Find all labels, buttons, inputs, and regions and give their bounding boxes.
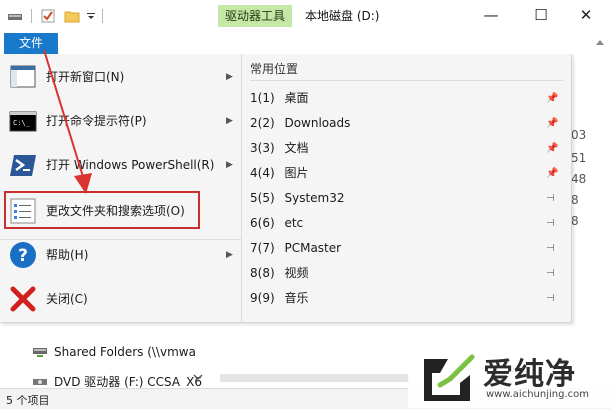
recent-item[interactable]: 7(7) PCMaster ⊣ <box>250 236 566 261</box>
menu-item-label: 打开命令提示符(P) <box>46 114 147 128</box>
menu-item-label: 打开新窗口(N) <box>46 70 125 84</box>
command-prompt-icon: C:\_ <box>9 111 37 132</box>
recent-item-number: 3(3) <box>250 141 275 155</box>
submenu-arrow-icon: ▶ <box>226 160 233 170</box>
recent-item[interactable]: 1(1) 桌面 📌 <box>250 86 566 111</box>
close-button[interactable]: ✕ <box>574 4 598 26</box>
recent-item-name: 桌面 <box>284 91 309 105</box>
recent-item-number: 8(8) <box>250 266 275 280</box>
file-size-value: 48 <box>571 172 587 186</box>
recent-item-name: 文档 <box>284 141 309 155</box>
unpinned-icon[interactable]: ⊣ <box>546 286 555 311</box>
file-menu-tab[interactable]: 文件 <box>4 33 58 54</box>
frequent-places-list: 常用位置 1(1) 桌面 📌 2(2) Downloads 📌 3(3) 文档 … <box>242 54 571 322</box>
unpinned-icon[interactable]: ⊣ <box>546 211 555 236</box>
customize-dropdown-icon[interactable] <box>86 8 96 24</box>
recent-item-name: 图片 <box>284 166 309 180</box>
new-folder-icon[interactable] <box>64 8 80 24</box>
watermark-url: www.aichunjing.com <box>486 389 589 400</box>
file-size-value: 8 <box>571 193 579 207</box>
properties-icon[interactable] <box>40 8 56 24</box>
nav-item-label: Shared Folders (\\vmwa <box>54 345 196 359</box>
recent-item-name: PCMaster <box>284 241 342 255</box>
recent-item[interactable]: 9(9) 音乐 ⊣ <box>250 286 566 311</box>
submenu-arrow-icon: ▶ <box>226 116 233 126</box>
drive-tools-tab[interactable]: 驱动器工具 <box>218 5 292 27</box>
item-count: 5 个项目 <box>6 394 50 407</box>
pinned-icon[interactable]: 📌 <box>546 86 558 111</box>
unpinned-icon[interactable]: ⊣ <box>546 186 555 211</box>
submenu-arrow-icon: ▶ <box>226 72 233 82</box>
menu-item-open-powershell[interactable]: 打开 Windows PowerShell(R) ▶ <box>0 142 241 188</box>
help-icon: ? <box>10 242 36 268</box>
recent-item-number: 6(6) <box>250 216 275 230</box>
unpinned-icon[interactable]: ⊣ <box>546 261 555 286</box>
title-bar: 驱动器工具 本地磁盘 (D:) — ☐ ✕ <box>0 0 611 32</box>
menu-item-label: 打开 Windows PowerShell(R) <box>46 158 215 172</box>
file-menu-commands: 打开新窗口(N) ▶ C:\_ 打开命令提示符(P) ▶ 打开 Windows … <box>0 54 242 322</box>
watermark-text: 爱纯净 <box>483 357 576 392</box>
recent-item[interactable]: 6(6) etc ⊣ <box>250 211 566 236</box>
file-list-scrollbar[interactable] <box>593 36 607 336</box>
menu-item-label: 关闭(C) <box>46 292 88 306</box>
dvd-drive-icon <box>33 378 47 385</box>
menu-item-open-new-window[interactable]: 打开新窗口(N) ▶ <box>0 54 241 100</box>
recent-item-name: System32 <box>284 191 345 205</box>
recent-item-number: 9(9) <box>250 291 275 305</box>
recent-item-number: 1(1) <box>250 91 275 105</box>
file-menu-panel: 打开新窗口(N) ▶ C:\_ 打开命令提示符(P) ▶ 打开 Windows … <box>0 54 572 323</box>
new-window-icon <box>10 65 36 88</box>
pinned-icon[interactable]: 📌 <box>546 161 558 186</box>
svg-text:?: ? <box>18 246 28 266</box>
menu-item-help[interactable]: ? 帮助(H) ▶ <box>0 232 241 278</box>
minimize-button[interactable]: — <box>479 4 503 26</box>
recent-item[interactable]: 3(3) 文档 📌 <box>250 136 566 161</box>
file-size-value: 8 <box>571 214 579 228</box>
file-size-value: 51 <box>571 151 587 165</box>
pinned-icon[interactable]: 📌 <box>546 111 558 136</box>
watermark-logo-icon <box>424 354 475 401</box>
recent-item[interactable]: 2(2) Downloads 📌 <box>250 111 566 136</box>
nav-item-shared-folders[interactable]: Shared Folders (\\vmwa <box>32 345 196 359</box>
unpinned-icon[interactable]: ⊣ <box>546 236 555 261</box>
svg-text:C:\_: C:\_ <box>13 119 31 127</box>
recent-item[interactable]: 8(8) 视频 ⊣ <box>250 261 566 286</box>
recent-item-name: 音乐 <box>284 291 309 305</box>
network-drive-icon <box>33 348 47 357</box>
menu-item-open-command-prompt[interactable]: C:\_ 打开命令提示符(P) ▶ <box>0 98 241 144</box>
separator <box>28 8 36 24</box>
horizontal-scrollbar[interactable] <box>220 374 410 382</box>
recent-item-name: Downloads <box>284 116 351 130</box>
powershell-icon <box>10 155 36 176</box>
file-size-value: 03 <box>571 128 587 142</box>
submenu-arrow-icon: ▶ <box>226 250 233 260</box>
maximize-button[interactable]: ☐ <box>529 4 553 26</box>
menu-item-close[interactable]: 关闭(C) <box>0 276 241 322</box>
drive-icon <box>8 8 22 24</box>
nav-scroll-down-icon[interactable] <box>193 372 203 382</box>
recent-item-number: 7(7) <box>250 241 275 255</box>
window-title: 本地磁盘 (D:) <box>305 9 380 23</box>
recent-item-number: 2(2) <box>250 116 275 130</box>
recent-item-number: 5(5) <box>250 191 275 205</box>
header-separator <box>250 80 563 81</box>
recent-item[interactable]: 4(4) 图片 📌 <box>250 161 566 186</box>
close-red-x-icon <box>10 286 36 312</box>
watermark: 爱纯净 www.aichunjing.com <box>408 345 611 408</box>
recent-item[interactable]: 5(5) System32 ⊣ <box>250 186 566 211</box>
recent-item-name: 视频 <box>284 266 309 280</box>
separator <box>102 8 104 24</box>
recent-item-number: 4(4) <box>250 166 275 180</box>
pinned-icon[interactable]: 📌 <box>546 136 558 161</box>
recent-item-name: etc <box>284 216 304 230</box>
frequent-places-header: 常用位置 <box>250 62 299 76</box>
highlight-box <box>4 191 200 229</box>
menu-item-label: 帮助(H) <box>46 248 89 262</box>
